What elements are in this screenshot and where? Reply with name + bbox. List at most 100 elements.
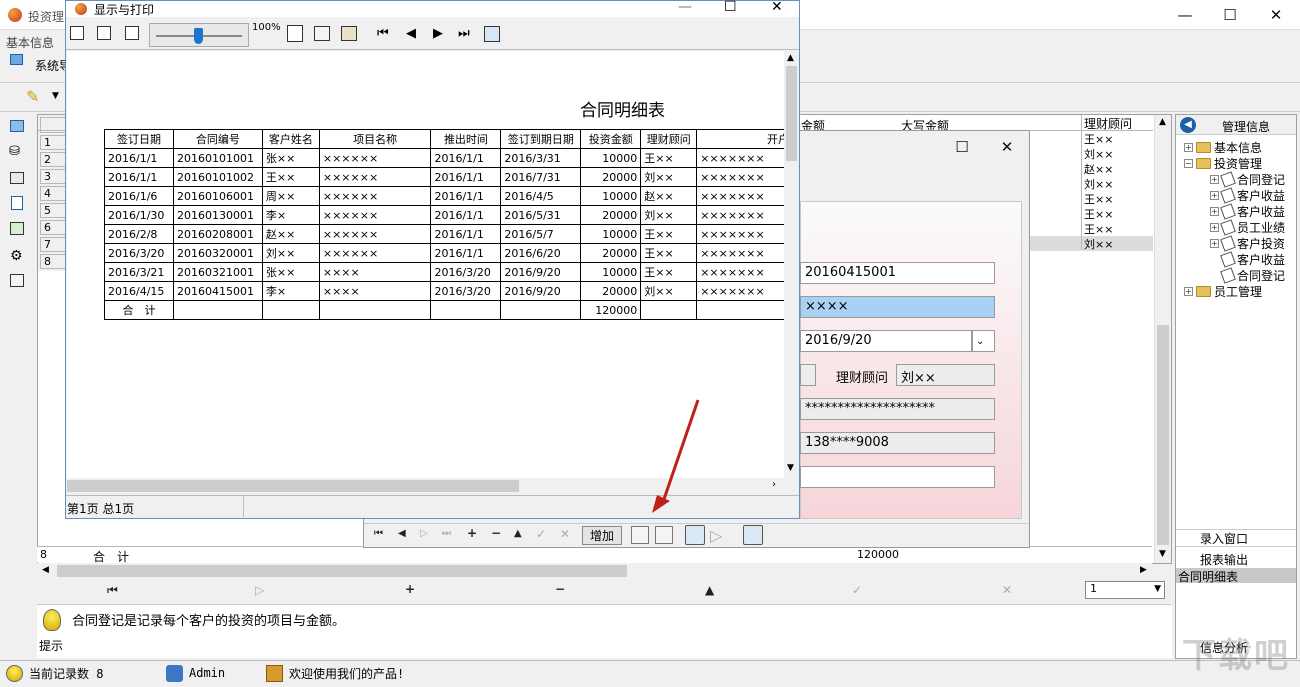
advisor-field[interactable]: 刘×× bbox=[896, 364, 995, 386]
last-icon[interactable]: ⏭ bbox=[442, 528, 451, 539]
tree-item-contract-reg-2[interactable]: 合同登记 bbox=[1220, 267, 1285, 284]
minimize-button[interactable]: — bbox=[1162, 0, 1208, 30]
up-icon[interactable]: ▲ bbox=[514, 528, 522, 539]
due-date-dropdown[interactable]: ⌄ bbox=[972, 330, 995, 352]
add-record-icon[interactable]: + bbox=[405, 582, 415, 596]
prev-icon[interactable]: ◀ bbox=[398, 528, 406, 539]
first-icon[interactable]: ⏮ bbox=[374, 528, 383, 539]
pencil-icon[interactable]: ✎ bbox=[26, 87, 39, 106]
minus-icon[interactable]: − bbox=[491, 526, 501, 540]
expand-icon[interactable]: + bbox=[1210, 207, 1219, 216]
next-page-icon[interactable]: ▶ bbox=[433, 26, 443, 41]
print-close-button[interactable]: ✕ bbox=[771, 0, 783, 15]
table-row[interactable]: 4 bbox=[40, 186, 66, 201]
settings-icon[interactable]: ⚙ bbox=[10, 248, 23, 264]
table-row[interactable]: 2 bbox=[40, 152, 66, 167]
maximize-button[interactable]: ☐ bbox=[1207, 0, 1253, 30]
table-row[interactable]: 5 bbox=[40, 203, 66, 218]
form-close-button[interactable]: ✕ bbox=[984, 132, 1030, 162]
page-view-icon[interactable] bbox=[70, 26, 84, 40]
project-name-field[interactable]: ×××× bbox=[800, 296, 995, 318]
tree-item-basic-info[interactable]: + 基本信息 bbox=[1184, 139, 1262, 156]
network-icon[interactable]: ⛁ bbox=[9, 144, 20, 159]
print-maximize-button[interactable]: ☐ bbox=[724, 0, 737, 15]
print-minimize-button[interactable]: — bbox=[678, 0, 692, 15]
tree-item-customer-income-2[interactable]: + 客户收益 bbox=[1210, 203, 1285, 220]
exit-preview-icon[interactable] bbox=[484, 26, 500, 42]
delete-record-icon[interactable]: − bbox=[555, 582, 565, 596]
horizontal-scrollbar[interactable]: ◀ ▶ bbox=[37, 563, 1152, 579]
check-icon[interactable]: ✓ bbox=[536, 527, 546, 541]
add-icon[interactable]: + bbox=[467, 526, 477, 540]
first-record-icon[interactable]: ⏮ bbox=[107, 583, 118, 598]
back-circle-icon[interactable]: ◀ bbox=[1180, 117, 1196, 133]
printer-icon[interactable] bbox=[314, 26, 330, 41]
tree-item-investment[interactable]: − 投资管理 bbox=[1184, 155, 1262, 172]
expand-icon[interactable]: + bbox=[1184, 287, 1193, 296]
window-icon[interactable] bbox=[10, 120, 24, 132]
expand-icon[interactable]: + bbox=[1210, 239, 1219, 248]
up-record-icon[interactable]: ▲ bbox=[705, 583, 714, 597]
zoom-slider[interactable] bbox=[149, 23, 249, 47]
add-button[interactable]: 增加 bbox=[582, 526, 622, 545]
cancel-icon[interactable]: ✕ bbox=[1002, 583, 1012, 597]
card-number-field[interactable]: ******************** bbox=[800, 398, 995, 420]
next-icon[interactable]: ▷ bbox=[420, 528, 428, 539]
tree-item-staff-performance[interactable]: + 员工业绩 bbox=[1210, 219, 1285, 236]
expand-icon[interactable]: + bbox=[1210, 175, 1219, 184]
form-maximize-button[interactable]: ☐ bbox=[939, 132, 985, 162]
preview-vscroll[interactable]: ▲ ▼ bbox=[784, 51, 799, 478]
export-icon[interactable] bbox=[341, 26, 357, 41]
tab-entry-window[interactable]: 录入窗口 bbox=[1176, 530, 1296, 547]
check-icon[interactable]: ✓ bbox=[852, 583, 862, 597]
menu-basic-info[interactable]: 基本信息 bbox=[6, 34, 54, 51]
table-row[interactable]: 6 bbox=[40, 220, 66, 235]
table-row[interactable]: 3 bbox=[40, 169, 66, 184]
tab-contract-detail[interactable]: 合同明细表 bbox=[1176, 568, 1296, 584]
close-button[interactable]: ✕ bbox=[1253, 0, 1299, 30]
chart-icon[interactable] bbox=[10, 222, 24, 235]
expand-icon[interactable]: + bbox=[1210, 223, 1219, 232]
first-page-icon[interactable]: ⏮ bbox=[377, 26, 389, 41]
prev-record-icon[interactable]: ▷ bbox=[255, 583, 264, 597]
tree-item-contract-reg[interactable]: + 合同登记 bbox=[1210, 171, 1285, 188]
prev-page-icon[interactable]: ◀ bbox=[406, 26, 416, 41]
play-icon[interactable]: ▷ bbox=[710, 526, 722, 545]
hscroll-thumb[interactable] bbox=[57, 565, 627, 577]
print-icon[interactable] bbox=[655, 526, 673, 544]
expand-icon[interactable]: + bbox=[1184, 143, 1193, 152]
document-icon[interactable] bbox=[11, 196, 23, 210]
due-date-field[interactable]: 2016/9/20 bbox=[800, 330, 972, 352]
phone-field[interactable]: 138****9008 bbox=[800, 432, 995, 454]
cancel-icon[interactable]: ✕ bbox=[560, 527, 570, 541]
last-page-icon[interactable]: ⏭ bbox=[458, 26, 470, 41]
two-page-icon[interactable] bbox=[125, 26, 139, 40]
table-row[interactable]: 7 bbox=[40, 237, 66, 252]
tab-report-output[interactable]: 报表输出 bbox=[1176, 551, 1296, 568]
table-row[interactable]: 1 bbox=[40, 135, 66, 150]
book-icon[interactable] bbox=[10, 172, 24, 184]
search-report-icon[interactable] bbox=[685, 525, 705, 545]
tree-item-staff-manage[interactable]: + 员工管理 bbox=[1184, 283, 1262, 300]
zoom-icon[interactable] bbox=[743, 525, 763, 545]
preview-hscroll-thumb[interactable] bbox=[67, 480, 519, 492]
expand-icon[interactable]: + bbox=[1210, 191, 1219, 200]
collapse-icon[interactable]: − bbox=[1184, 159, 1193, 168]
print-setup-icon[interactable] bbox=[287, 25, 303, 42]
tree-item-customer-income-3[interactable]: 客户收益 bbox=[1220, 251, 1285, 268]
dropdown-arrow-icon[interactable]: ▼ bbox=[52, 91, 59, 101]
zoom-thumb[interactable] bbox=[194, 28, 203, 44]
scroll-thumb[interactable] bbox=[1157, 325, 1169, 545]
contract-number-field[interactable]: 20160415001 bbox=[800, 262, 995, 284]
printer-icon[interactable] bbox=[10, 274, 24, 287]
page-select[interactable]: 1 ▼ bbox=[1085, 581, 1165, 599]
fit-page-icon[interactable] bbox=[97, 26, 111, 40]
small-field[interactable] bbox=[800, 364, 816, 386]
table-row[interactable]: 8 bbox=[40, 254, 66, 269]
print-preview-icon[interactable] bbox=[631, 526, 649, 544]
tree-item-customer-invest[interactable]: + 客户投资 bbox=[1210, 235, 1285, 252]
vertical-scrollbar[interactable]: ▲ ▼ bbox=[1154, 115, 1171, 563]
preview-vscroll-thumb[interactable] bbox=[786, 66, 797, 161]
tree-item-customer-income[interactable]: + 客户收益 bbox=[1210, 187, 1285, 204]
remark-field[interactable] bbox=[800, 466, 995, 488]
